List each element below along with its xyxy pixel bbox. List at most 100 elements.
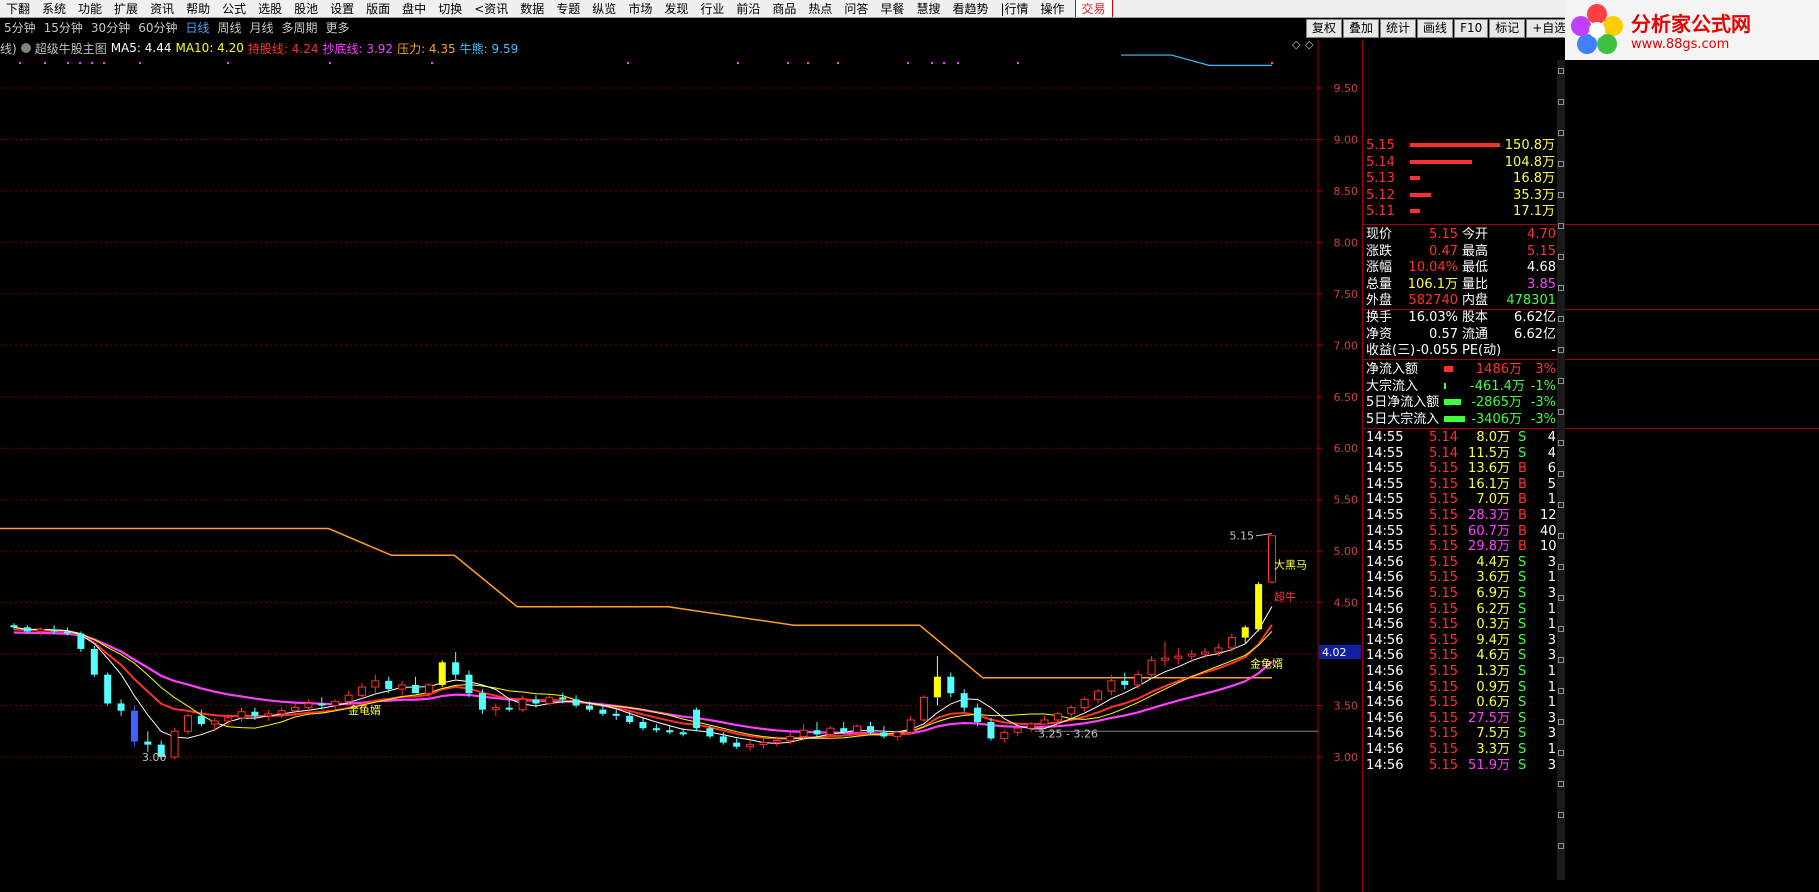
- candle[interactable]: [652, 724, 660, 733]
- candle[interactable]: [1094, 689, 1103, 704]
- candle[interactable]: [424, 682, 433, 700]
- candle[interactable]: [639, 717, 647, 731]
- menu-item[interactable]: 扩展: [108, 0, 144, 17]
- candle[interactable]: [264, 709, 273, 721]
- menu-item[interactable]: 慧搜: [910, 0, 946, 17]
- menu-item[interactable]: 选股: [252, 0, 288, 17]
- side-tool-icon[interactable]: [1558, 533, 1564, 539]
- kline-chart[interactable]: 9.50 9.00 8.50 8.00 7.50 7.00 6.50 6.00 5.50 5.00…: [0, 40, 1535, 892]
- side-tool-icon[interactable]: [1558, 750, 1564, 756]
- candle[interactable]: [411, 676, 419, 694]
- candle[interactable]: [1147, 656, 1156, 679]
- side-tool-icon[interactable]: [1558, 719, 1564, 725]
- tool-button[interactable]: F10: [1454, 19, 1489, 38]
- candle[interactable]: [666, 726, 674, 735]
- menu-item[interactable]: |行情: [994, 0, 1034, 17]
- menu-item[interactable]: 前沿: [730, 0, 766, 17]
- menu-item[interactable]: 切换: [432, 0, 468, 17]
- side-tool-icon[interactable]: [1558, 192, 1564, 198]
- candle[interactable]: [1000, 730, 1009, 743]
- side-tool-icon[interactable]: [1558, 657, 1564, 663]
- menu-item[interactable]: 行业: [694, 0, 730, 17]
- side-tool-icon[interactable]: [1558, 812, 1564, 818]
- menu-item[interactable]: 发现: [658, 0, 694, 17]
- candle[interactable]: [572, 695, 580, 708]
- candle[interactable]: [1080, 697, 1089, 712]
- candle[interactable]: [210, 717, 219, 732]
- candle[interactable]: [960, 689, 968, 712]
- menu-item[interactable]: 操作: [1035, 0, 1071, 17]
- menu-item[interactable]: 商品: [766, 0, 802, 17]
- candle[interactable]: [693, 707, 701, 732]
- side-tool-icon[interactable]: [1558, 316, 1564, 322]
- side-tool-icon[interactable]: [1558, 595, 1564, 601]
- candle[interactable]: [947, 672, 955, 698]
- side-tool-icon[interactable]: [1558, 471, 1564, 477]
- menu-item[interactable]: 早餐: [874, 0, 910, 17]
- menu-item[interactable]: 版面: [360, 0, 396, 17]
- menu-item[interactable]: 股池: [288, 0, 324, 17]
- side-tool-icon[interactable]: [1558, 99, 1564, 105]
- candle[interactable]: [626, 711, 634, 725]
- candle[interactable]: [518, 695, 527, 712]
- candle[interactable]: [746, 740, 755, 751]
- candle[interactable]: [1255, 582, 1263, 632]
- side-tool-icon[interactable]: [1558, 564, 1564, 570]
- period-tab[interactable]: 更多: [322, 19, 354, 38]
- menu-item[interactable]: 数据: [514, 0, 550, 17]
- tool-button[interactable]: 叠加: [1343, 19, 1380, 38]
- candle[interactable]: [1134, 670, 1143, 690]
- candle[interactable]: [733, 738, 741, 749]
- side-tool-icon[interactable]: [1558, 254, 1564, 260]
- menu-item[interactable]: 资讯: [144, 0, 180, 17]
- side-tool-icon[interactable]: [1558, 688, 1564, 694]
- candle[interactable]: [880, 726, 888, 739]
- side-tool-icon[interactable]: [1558, 68, 1564, 74]
- tool-button[interactable]: 画线: [1417, 19, 1454, 38]
- side-tool-icon[interactable]: [1558, 440, 1564, 446]
- period-tab[interactable]: 月线: [246, 19, 278, 38]
- indicator-toggle-icon[interactable]: [20, 43, 31, 53]
- menu-item[interactable]: 功能: [72, 0, 108, 17]
- candle[interactable]: [144, 731, 152, 752]
- indicator-name[interactable]: 超级牛股主图: [35, 40, 107, 57]
- side-tool-icon[interactable]: [1558, 161, 1564, 167]
- menu-item[interactable]: 市场: [622, 0, 658, 17]
- side-tool-icon[interactable]: [1558, 843, 1564, 849]
- menu-item[interactable]: 设置: [324, 0, 360, 17]
- side-tool-icon[interactable]: [1558, 409, 1564, 415]
- period-tab[interactable]: 60分钟: [134, 19, 181, 38]
- candle[interactable]: [36, 627, 45, 636]
- candle[interactable]: [920, 695, 929, 723]
- period-tab[interactable]: 多周期: [278, 19, 322, 38]
- side-tool-icon[interactable]: [1558, 347, 1564, 353]
- candle[interactable]: [1227, 633, 1236, 653]
- candle[interactable]: [438, 660, 446, 688]
- menu-item-trade[interactable]: 交易: [1074, 0, 1113, 17]
- candle[interactable]: [933, 656, 941, 706]
- menu-item[interactable]: 系统: [36, 0, 72, 17]
- period-tab[interactable]: 周线: [214, 19, 246, 38]
- menu-item[interactable]: 专题: [550, 0, 586, 17]
- candle[interactable]: [1067, 705, 1076, 718]
- side-tool-icon[interactable]: [1558, 502, 1564, 508]
- tool-button[interactable]: 标记: [1489, 19, 1526, 38]
- menu-item[interactable]: 帮助: [180, 0, 216, 17]
- side-tool-icon[interactable]: [1558, 781, 1564, 787]
- candle[interactable]: [813, 722, 821, 737]
- menu-item[interactable]: 问答: [838, 0, 874, 17]
- period-tab[interactable]: 5分钟: [0, 19, 40, 38]
- period-tab[interactable]: 15分钟: [40, 19, 87, 38]
- menu-item[interactable]: 纵览: [586, 0, 622, 17]
- candle[interactable]: [183, 713, 192, 735]
- menu-item[interactable]: 盘中: [396, 0, 432, 17]
- menu-item[interactable]: <资讯: [468, 0, 514, 17]
- candle[interactable]: [170, 728, 179, 760]
- side-tool-icon[interactable]: [1558, 626, 1564, 632]
- menu-item[interactable]: 下翻: [0, 0, 36, 17]
- candle[interactable]: [357, 682, 366, 700]
- candle[interactable]: [491, 703, 500, 716]
- candle[interactable]: [987, 717, 995, 741]
- menu-item[interactable]: 看趋势: [946, 0, 994, 17]
- candle[interactable]: [1121, 672, 1129, 690]
